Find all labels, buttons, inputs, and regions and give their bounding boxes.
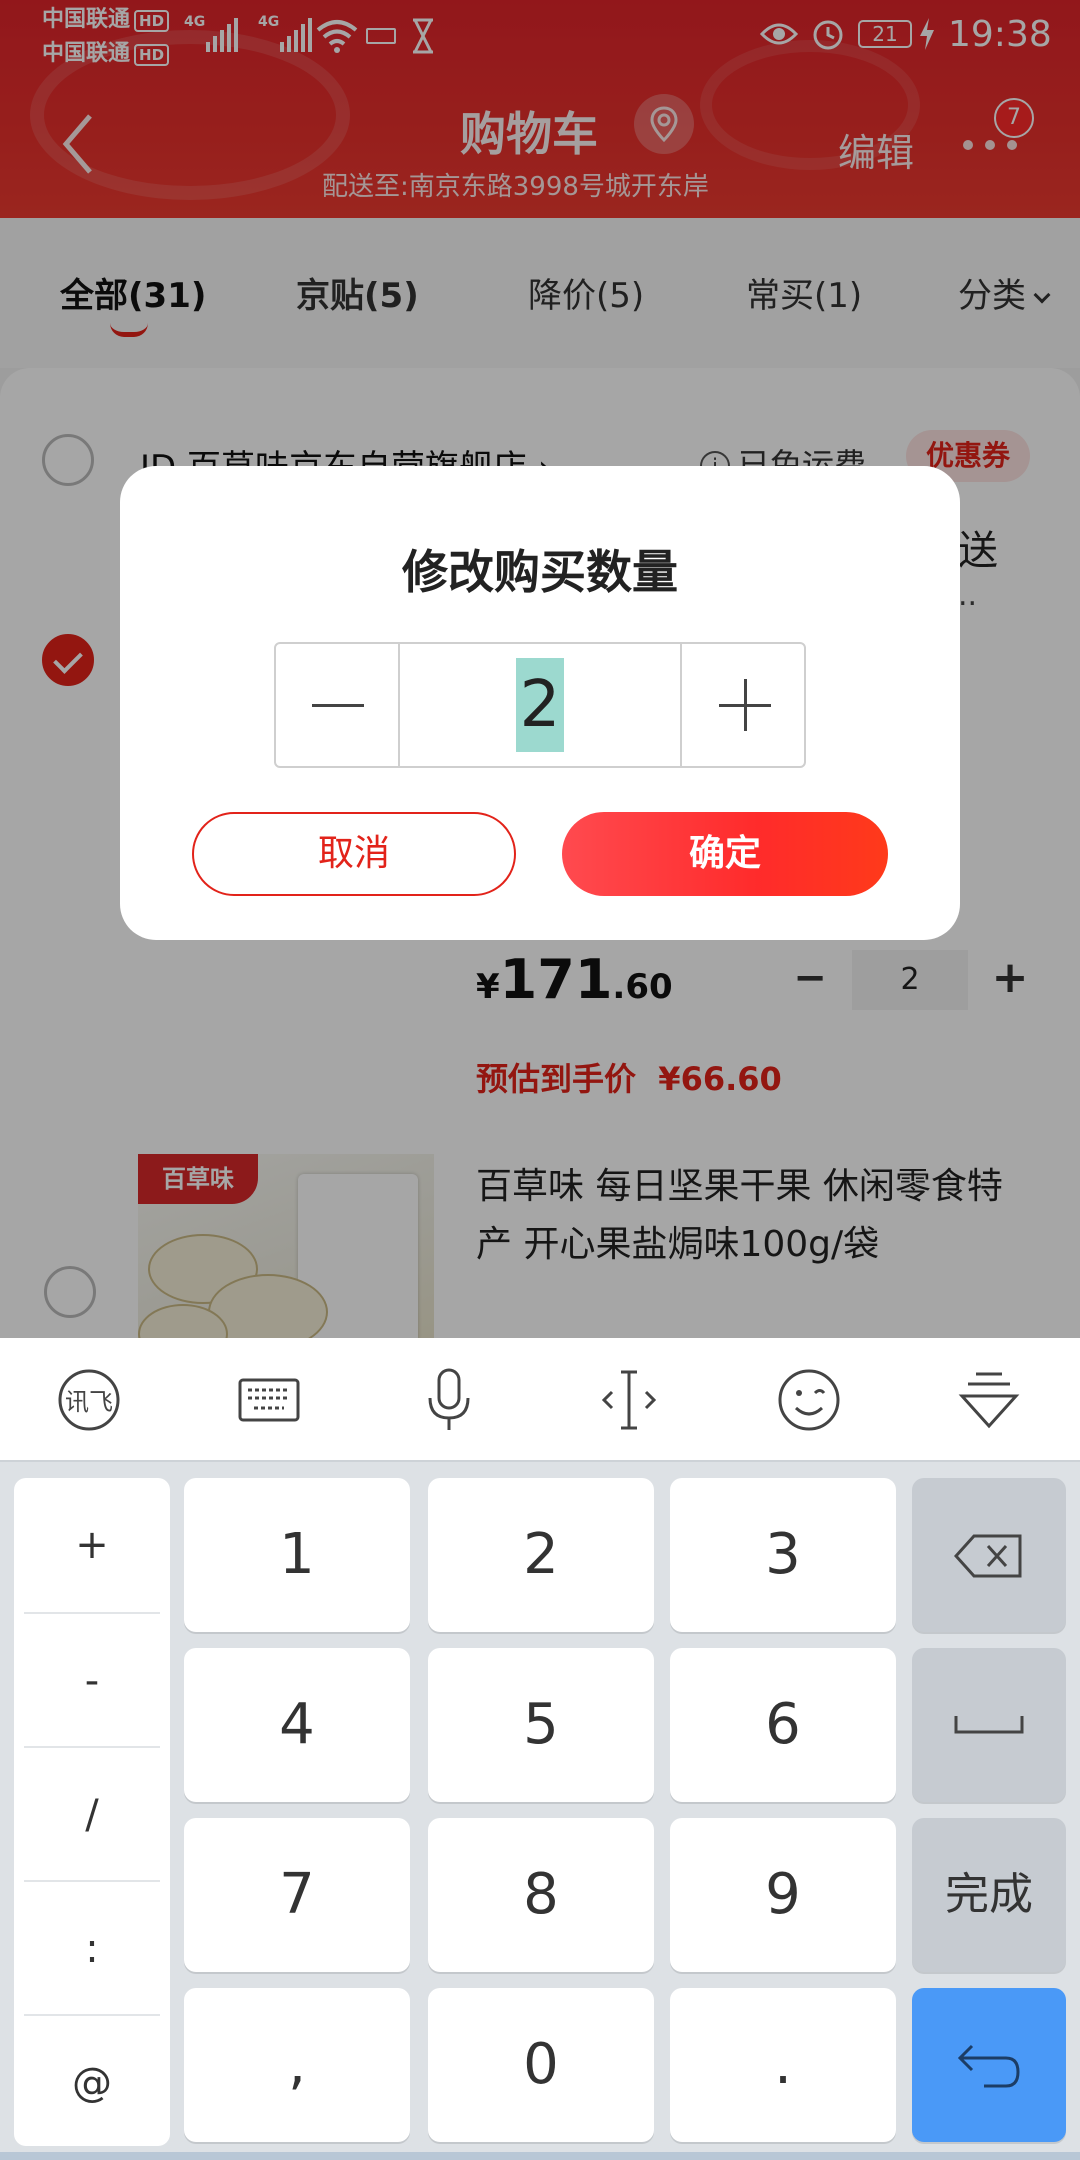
cursor-move-icon[interactable]: [594, 1368, 664, 1432]
enter-icon: [957, 2044, 1020, 2088]
space-key[interactable]: [912, 1648, 1066, 1802]
increase-button[interactable]: [680, 644, 806, 766]
numeric-keyboard: 讯飞 + - / : @ 1 2 3 4 5 6 7 8 9 完成 , 0 .: [0, 1338, 1080, 2160]
key-8[interactable]: 8: [428, 1818, 654, 1972]
key-dot[interactable]: .: [670, 1988, 896, 2142]
xunfei-icon[interactable]: 讯飞: [54, 1368, 124, 1432]
key-7[interactable]: 7: [184, 1818, 410, 1972]
quantity-editor: 2: [274, 642, 806, 768]
key-0[interactable]: 0: [428, 1988, 654, 2142]
svg-text:讯飞: 讯飞: [65, 1388, 113, 1416]
key-comma[interactable]: ,: [184, 1988, 410, 2142]
key-colon[interactable]: :: [24, 1880, 160, 2014]
symbol-column: + - / : @: [14, 1478, 170, 2146]
quantity-input-value: 2: [515, 658, 565, 752]
key-2[interactable]: 2: [428, 1478, 654, 1632]
dialog-title: 修改购买数量: [402, 545, 678, 599]
key-9[interactable]: 9: [670, 1818, 896, 1972]
quantity-dialog: 修改购买数量 2 取消 确定: [120, 466, 960, 940]
key-1[interactable]: 1: [184, 1478, 410, 1632]
key-3[interactable]: 3: [670, 1478, 896, 1632]
cancel-button[interactable]: 取消: [192, 812, 516, 896]
keyboard-toolbar: 讯飞: [0, 1338, 1080, 1462]
key-at[interactable]: @: [24, 2014, 160, 2148]
decrease-button[interactable]: [276, 644, 400, 766]
space-icon: [954, 1716, 1024, 1734]
key-5[interactable]: 5: [428, 1648, 654, 1802]
key-6[interactable]: 6: [670, 1648, 896, 1802]
emoji-icon[interactable]: [774, 1368, 844, 1432]
bottom-bar: [0, 2152, 1080, 2160]
done-key[interactable]: 完成: [912, 1818, 1066, 1972]
collapse-keyboard-icon[interactable]: [954, 1368, 1024, 1432]
key-minus[interactable]: -: [24, 1612, 160, 1746]
key-4[interactable]: 4: [184, 1648, 410, 1802]
backspace-icon: [954, 1534, 1022, 1578]
keyboard-icon[interactable]: [234, 1368, 304, 1432]
backspace-key[interactable]: [912, 1478, 1066, 1632]
confirm-button[interactable]: 确定: [562, 812, 888, 896]
microphone-icon[interactable]: [414, 1368, 484, 1432]
key-slash[interactable]: /: [24, 1746, 160, 1880]
quantity-input[interactable]: 2: [400, 644, 680, 766]
enter-key[interactable]: [912, 1988, 1066, 2142]
key-plus[interactable]: +: [24, 1478, 160, 1612]
